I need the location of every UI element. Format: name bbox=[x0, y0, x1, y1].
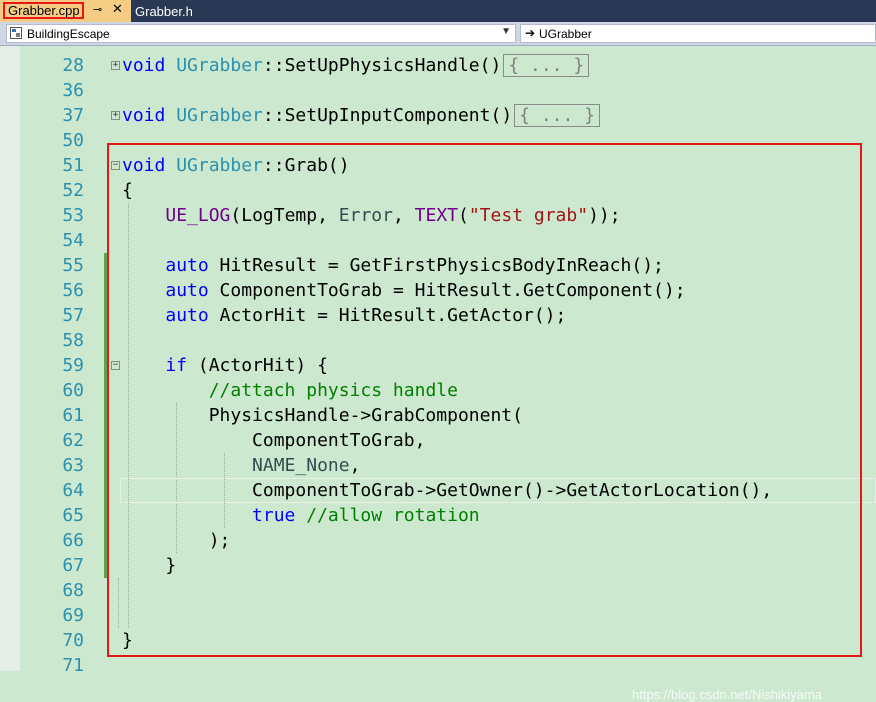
line-number: 36 bbox=[62, 80, 84, 101]
tab-grabber-cpp[interactable]: Grabber.cpp ⊸ ✕ bbox=[0, 0, 131, 22]
line-number: 63 bbox=[62, 455, 84, 476]
line-number: 70 bbox=[62, 630, 84, 651]
arrow-right-icon: ➔ bbox=[525, 26, 536, 40]
expand-icon[interactable]: + bbox=[111, 61, 120, 70]
line-number: 55 bbox=[62, 255, 84, 276]
code-text: ::SetUpInputComponent() bbox=[262, 105, 513, 126]
collapsed-block[interactable]: { ... } bbox=[514, 104, 601, 127]
annotation-box bbox=[107, 143, 862, 657]
project-icon bbox=[10, 27, 22, 39]
line-number: 65 bbox=[62, 505, 84, 526]
line-number: 51 bbox=[62, 155, 84, 176]
line-number: 58 bbox=[62, 330, 84, 351]
chevron-down-icon[interactable]: ▼ bbox=[501, 26, 511, 37]
navigation-bar: BuildingEscape ▼ ➔ UGrabber bbox=[0, 22, 876, 46]
line-number: 52 bbox=[62, 180, 84, 201]
pin-icon[interactable]: ⊸ bbox=[93, 3, 102, 16]
line-number: 28 bbox=[62, 55, 84, 76]
line-number: 62 bbox=[62, 430, 84, 451]
keyword: void bbox=[122, 55, 166, 76]
line-number: 54 bbox=[62, 230, 84, 251]
project-dropdown[interactable]: BuildingEscape ▼ bbox=[6, 24, 516, 43]
line-number: 61 bbox=[62, 405, 84, 426]
line-number: 53 bbox=[62, 205, 84, 226]
code-line: void UGrabber::SetUpPhysicsHandle(){ ...… bbox=[122, 53, 590, 78]
line-number: 66 bbox=[62, 530, 84, 551]
line-number: 37 bbox=[62, 105, 84, 126]
code-line: void UGrabber::SetUpInputComponent(){ ..… bbox=[122, 103, 601, 128]
line-number: 69 bbox=[62, 605, 84, 626]
expand-icon[interactable]: + bbox=[111, 111, 120, 120]
collapsed-block[interactable]: { ... } bbox=[503, 54, 590, 77]
close-icon[interactable]: ✕ bbox=[112, 2, 123, 17]
line-number: 56 bbox=[62, 280, 84, 301]
indicator-margin bbox=[0, 46, 20, 671]
tab-label: Grabber.cpp bbox=[3, 2, 84, 19]
scope-label: UGrabber bbox=[539, 27, 592, 41]
document-tab-bar: Grabber.cpp ⊸ ✕ Grabber.h bbox=[0, 0, 876, 22]
class-name: UGrabber bbox=[176, 105, 263, 126]
tab-label: Grabber.h bbox=[135, 4, 193, 19]
keyword: void bbox=[122, 105, 166, 126]
line-number: 57 bbox=[62, 305, 84, 326]
project-label: BuildingEscape bbox=[27, 27, 110, 41]
class-name: UGrabber bbox=[176, 55, 263, 76]
line-number: 60 bbox=[62, 380, 84, 401]
code-editor[interactable]: 28 36 37 50 51 52 53 54 55 56 57 58 59 6… bbox=[0, 46, 876, 702]
watermark: https://blog.csdn.net/Nishikiyama bbox=[632, 687, 823, 702]
line-number: 71 bbox=[62, 655, 84, 676]
scope-dropdown[interactable]: ➔ UGrabber bbox=[520, 24, 876, 43]
code-text: ::SetUpPhysicsHandle() bbox=[262, 55, 502, 76]
line-number: 68 bbox=[62, 580, 84, 601]
line-number: 59 bbox=[62, 355, 84, 376]
tab-grabber-h[interactable]: Grabber.h bbox=[131, 0, 231, 22]
line-number: 67 bbox=[62, 555, 84, 576]
line-number: 64 bbox=[62, 480, 84, 501]
line-number: 50 bbox=[62, 130, 84, 151]
